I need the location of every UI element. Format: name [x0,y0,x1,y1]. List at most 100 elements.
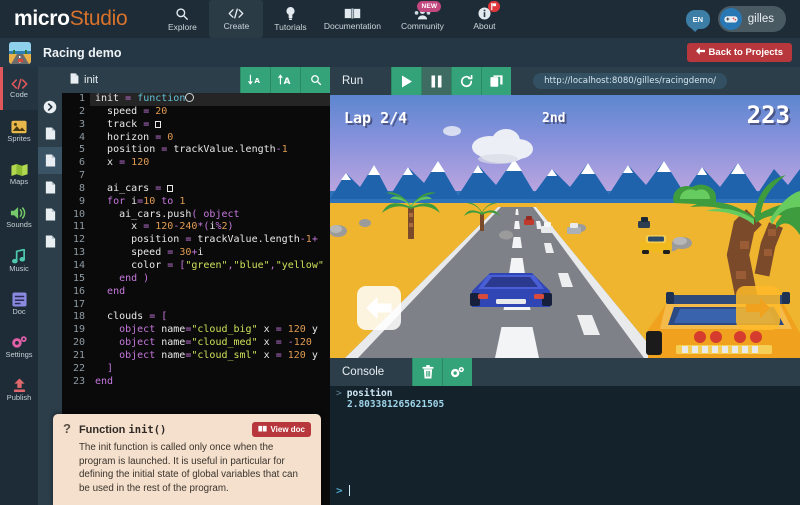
code-line[interactable]: 23end [62,376,330,389]
code-line-text: color = ["green","blue","yellow" [90,260,324,273]
file-list-item[interactable] [38,147,62,174]
code-line-text: x = 120-240*(i%2) [90,221,234,234]
nav-item-create[interactable]: Create [209,0,263,38]
code-line[interactable]: 13 speed = 30+i [62,247,330,260]
file-list-item[interactable] [38,120,62,147]
line-number: 5 [62,144,90,157]
run-toolbar: Run http://localhost:8080/gilles [330,67,800,95]
code-line[interactable]: 11 x = 120-240*(i%2) [62,221,330,234]
code-line[interactable]: 8 ai_cars = [62,183,330,196]
nav-item-about[interactable]: About [457,0,511,38]
top-navigation-bar: microStudio Explore Create [0,0,800,38]
code-line-text: object name="cloud_med" x = -120 [90,337,318,350]
code-line-text: speed = 20 [90,106,167,119]
line-number: 9 [62,196,90,209]
file-list-item[interactable] [38,174,62,201]
code-line[interactable]: 2 speed = 20 [62,106,330,119]
sidebar-item-sprites[interactable]: Sprites [0,110,38,153]
view-doc-button[interactable]: View doc [252,422,311,437]
nav-item-explore[interactable]: Explore [155,0,209,38]
page-title: Racing demo [43,46,122,60]
user-menu[interactable]: gilles [718,6,786,32]
question-mark-icon: ? [63,422,71,436]
code-line-text: ai_cars = [90,183,173,196]
svg-text:A: A [254,76,260,85]
sidebar-item-doc[interactable]: Doc [0,282,38,325]
line-number: 4 [62,132,90,145]
console-settings-button[interactable] [442,358,472,386]
code-line[interactable]: 18 clouds = [ [62,311,330,324]
pause-button[interactable] [421,67,451,95]
sidebar-item-publish[interactable]: Publish [0,368,38,411]
code-line[interactable]: 1init = function [62,93,330,106]
line-number: 7 [62,170,90,183]
sidebar-item-settings[interactable]: Settings [0,325,38,368]
code-line[interactable]: 5 position = trackValue.length-1 [62,144,330,157]
back-to-projects-button[interactable]: Back to Projects [687,43,792,62]
console-echo-line: > position [330,386,800,399]
code-line-text: end [90,376,113,389]
sidebar-item-sounds[interactable]: Sounds [0,196,38,239]
code-line[interactable]: 7 [62,170,330,183]
brand-part-2: Studio [70,7,128,31]
code-line[interactable]: 14 color = ["green","blue","yellow" [62,260,330,273]
line-number: 18 [62,311,90,324]
code-line[interactable]: 17 [62,299,330,312]
code-line-text: track = [90,119,161,132]
line-number: 17 [62,299,90,312]
code-line[interactable]: 12 position = trackValue.length-1+ [62,234,330,247]
left-arrow-button[interactable] [357,286,401,330]
console-input-row[interactable]: > [336,484,350,497]
line-number: 14 [62,260,90,273]
code-line[interactable]: 20 object name="cloud_med" x = -120 [62,337,330,350]
decrease-font-size-button[interactable]: A [240,67,270,93]
sidebar-item-code[interactable]: Code [0,67,38,110]
code-line[interactable]: 10 ai_cars.push( object [62,209,330,222]
sidebar-item-label: Sounds [6,221,31,229]
code-line[interactable]: 15 end ) [62,273,330,286]
sidebar-item-label: Publish [7,394,32,402]
right-arrow-button[interactable] [736,286,780,330]
clear-console-button[interactable] [412,358,442,386]
nav-item-community[interactable]: NEW Community [387,0,457,38]
nav-item-tutorials[interactable]: Tutorials [263,0,317,38]
code-line[interactable]: 21 object name="cloud_sml" x = 120 y [62,350,330,363]
line-number: 16 [62,286,90,299]
line-number: 1 [62,93,90,106]
hud-score: 223 [747,101,790,129]
code-line[interactable]: 22 ] [62,363,330,376]
project-bar: Racing demo Back to Projects [0,38,800,67]
nav-item-documentation[interactable]: Documentation [317,0,387,38]
console-toolbar: Console [330,358,800,386]
console-output[interactable]: > position 2.803381265621505 > [330,386,800,505]
active-file-tab[interactable]: init [38,67,98,93]
code-line[interactable]: 4 horizon = 0 [62,132,330,145]
language-selector[interactable]: EN [686,10,710,29]
sidebar-item-music[interactable]: Music [0,239,38,282]
nav-items: Explore Create Tutoria [155,0,511,38]
code-line[interactable]: 3 track = [62,119,330,132]
code-line[interactable]: 6 x = 120 [62,157,330,170]
play-button[interactable] [391,67,421,95]
game-hud: Lap 2/4 2nd 223 [330,95,800,135]
increase-font-size-button[interactable]: A [270,67,300,93]
search-in-code-button[interactable] [300,67,330,93]
preview-url[interactable]: http://localhost:8080/gilles/racingdemo/ [533,73,727,89]
line-number: 13 [62,247,90,260]
code-line[interactable]: 9 for i=10 to 1 [62,196,330,209]
view-doc-label: View doc [270,425,305,434]
line-number: 6 [62,157,90,170]
code-line[interactable]: 16 end [62,286,330,299]
brand-logo[interactable]: microStudio [14,7,127,31]
popout-button[interactable] [481,67,511,95]
restart-button[interactable] [451,67,481,95]
line-number: 3 [62,119,90,132]
sidebar-item-maps[interactable]: Maps [0,153,38,196]
file-list-item[interactable] [38,228,62,255]
game-preview-canvas[interactable]: Lap 2/4 2nd 223 [330,95,800,358]
file-list-item[interactable] [38,201,62,228]
line-number: 23 [62,376,90,389]
expand-file-list-button[interactable] [38,93,62,120]
code-line-text: ] [90,363,113,376]
code-line[interactable]: 19 object name="cloud_big" x = 120 y [62,324,330,337]
